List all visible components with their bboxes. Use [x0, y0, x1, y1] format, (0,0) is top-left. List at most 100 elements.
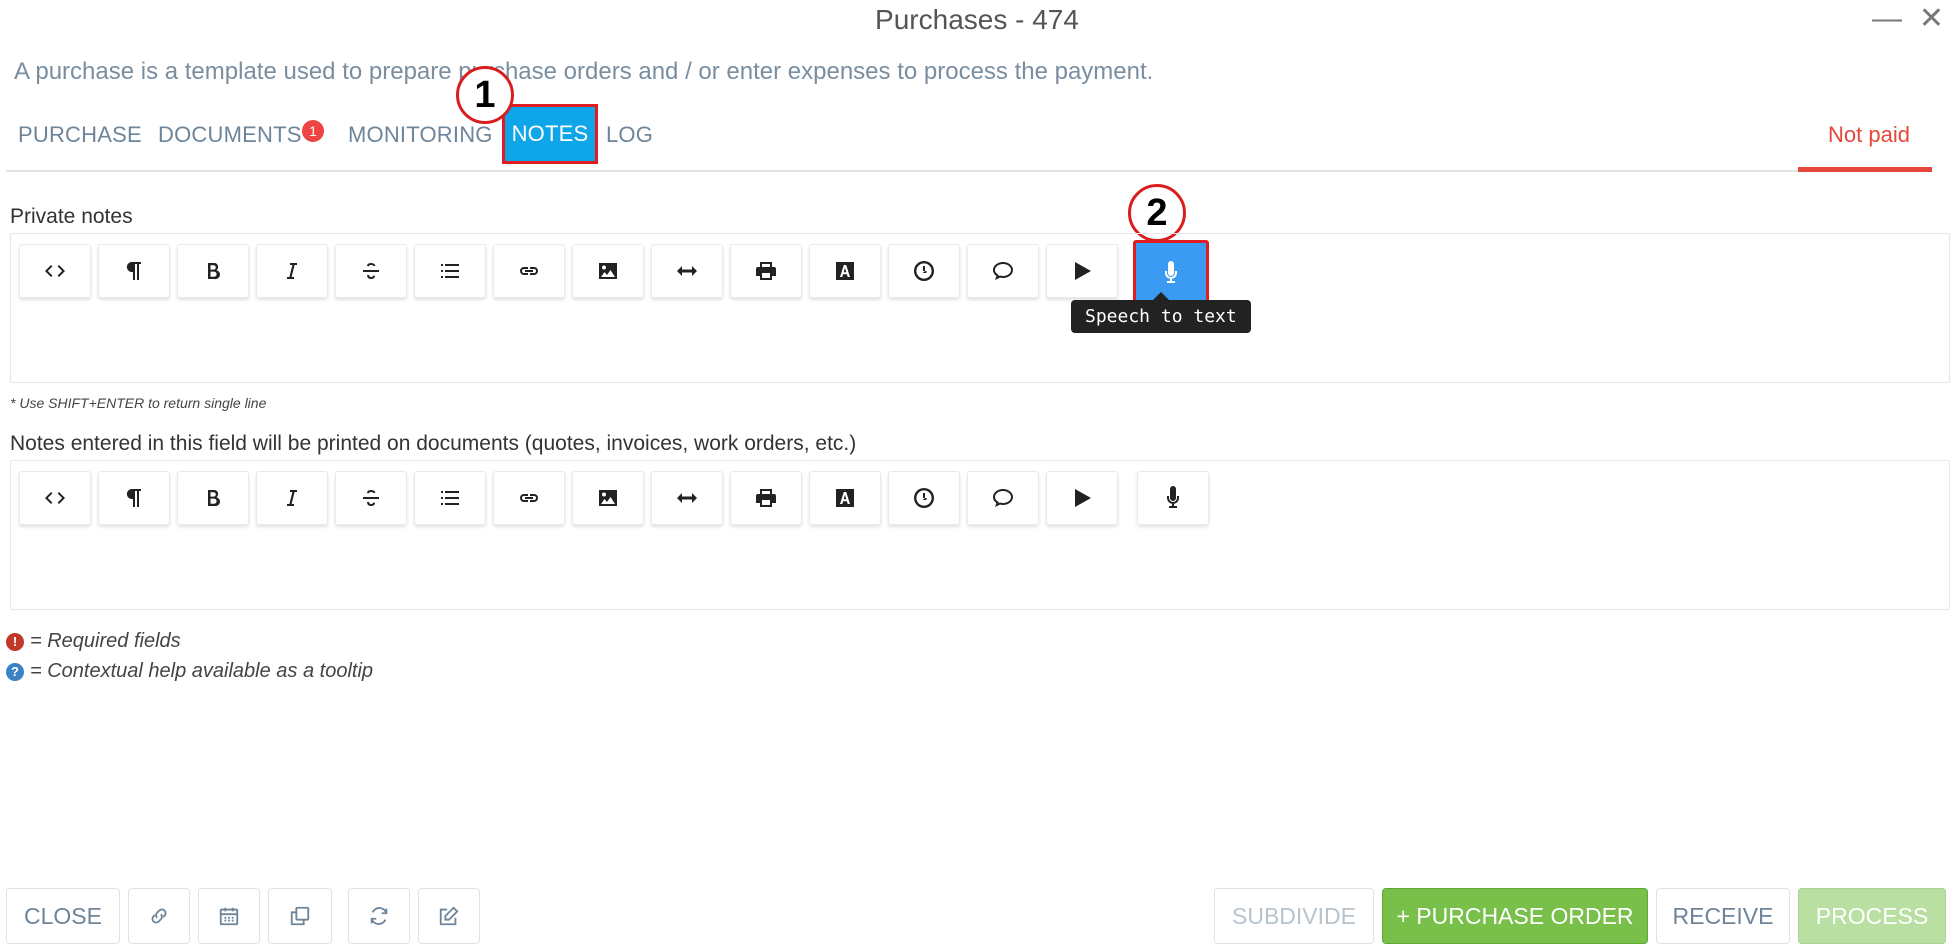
print-icon [756, 489, 776, 507]
tab-log[interactable]: LOG [606, 122, 653, 148]
payment-status-tab[interactable]: Not paid [1828, 122, 1910, 148]
play-button[interactable] [1046, 471, 1118, 525]
private-notes-label: Private notes [10, 205, 133, 228]
shift-enter-hint: * Use SHIFT+ENTER to return single line [10, 395, 267, 411]
list-icon [441, 491, 459, 505]
code-view-button[interactable] [19, 244, 91, 298]
font-color-button[interactable] [809, 471, 881, 525]
tab-documents[interactable]: DOCUMENTS [158, 122, 302, 148]
clock-button[interactable] [888, 244, 960, 298]
print-button[interactable] [730, 471, 802, 525]
comment-button[interactable] [967, 471, 1039, 525]
bold-button[interactable] [177, 244, 249, 298]
horizontal-arrows-icon [677, 266, 697, 276]
link-button[interactable] [493, 471, 565, 525]
speech-to-text-button[interactable] [1137, 471, 1209, 525]
font-color-button[interactable] [809, 244, 881, 298]
play-icon [1075, 489, 1091, 507]
code-view-button[interactable] [19, 471, 91, 525]
play-button[interactable] [1046, 244, 1118, 298]
bold-icon [208, 262, 221, 280]
documents-count-badge: 1 [302, 120, 324, 142]
close-icon[interactable]: ✕ [1919, 2, 1944, 36]
subdivide-button[interactable]: SUBDIVIDE [1214, 888, 1374, 944]
receive-button[interactable]: RECEIVE [1656, 888, 1790, 944]
link-button[interactable] [128, 888, 190, 944]
clock-button[interactable] [888, 471, 960, 525]
printed-notes-editor[interactable] [10, 460, 1950, 610]
page-description: A purchase is a template used to prepare… [14, 58, 1154, 85]
horizontal-rule-button[interactable] [651, 471, 723, 525]
microphone-icon [1165, 261, 1177, 283]
image-icon [599, 263, 617, 279]
edit-icon [439, 906, 459, 926]
image-button[interactable] [572, 244, 644, 298]
tab-purchase[interactable]: PURCHASE [18, 122, 142, 148]
help-icon: ? [6, 662, 24, 681]
bold-icon [208, 489, 221, 507]
italic-button[interactable] [256, 471, 328, 525]
play-icon [1075, 262, 1091, 280]
font-color-icon [836, 489, 854, 507]
title-bar: Purchases - 474 — ✕ [0, 0, 1954, 40]
list-button[interactable] [414, 471, 486, 525]
italic-icon [287, 490, 297, 506]
list-button[interactable] [414, 244, 486, 298]
link-button[interactable] [493, 244, 565, 298]
horizontal-rule-button[interactable] [651, 244, 723, 298]
image-icon [599, 490, 617, 506]
calendar-button[interactable] [198, 888, 260, 944]
strikethrough-button[interactable] [335, 244, 407, 298]
window-title: Purchases - 474 [875, 4, 1079, 35]
process-button[interactable]: PROCESS [1798, 888, 1946, 944]
clock-icon [914, 488, 934, 508]
minimize-icon[interactable]: — [1872, 2, 1902, 36]
print-button[interactable] [730, 244, 802, 298]
font-color-icon [836, 262, 854, 280]
refresh-icon [370, 907, 388, 925]
horizontal-arrows-icon [677, 493, 697, 503]
italic-button[interactable] [256, 244, 328, 298]
private-notes-editor[interactable] [10, 233, 1950, 383]
link-icon [520, 494, 538, 502]
copy-button[interactable] [268, 888, 332, 944]
code-icon [45, 265, 65, 277]
speech-to-text-tooltip: Speech to text [1071, 292, 1251, 333]
required-fields-text: = Required fields [30, 630, 181, 652]
comment-button[interactable] [967, 244, 1039, 298]
bold-button[interactable] [177, 471, 249, 525]
italic-icon [287, 263, 297, 279]
speech-to-text-button[interactable] [1133, 240, 1209, 306]
list-icon [441, 264, 459, 278]
close-button[interactable]: CLOSE [6, 888, 120, 944]
status-underline [1798, 167, 1932, 172]
paragraph-icon [126, 489, 141, 507]
strikethrough-icon [363, 263, 379, 279]
help-legend: ? = Contextual help available as a toolt… [6, 660, 373, 683]
callout-marker-1: 1 [456, 66, 514, 124]
clock-icon [914, 261, 934, 281]
link-icon [151, 908, 167, 924]
paragraph-button[interactable] [98, 244, 170, 298]
strikethrough-button[interactable] [335, 471, 407, 525]
speech-bubble-icon [993, 262, 1013, 280]
paragraph-button[interactable] [98, 471, 170, 525]
required-fields-legend: ! = Required fields [6, 630, 181, 653]
purchase-order-button[interactable]: + PURCHASE ORDER [1382, 888, 1648, 944]
tab-monitoring[interactable]: MONITORING [348, 122, 493, 148]
help-text: = Contextual help available as a tooltip [30, 660, 374, 682]
link-icon [520, 267, 538, 275]
copy-icon [290, 906, 310, 926]
tab-notes[interactable]: NOTES [502, 104, 598, 164]
calendar-icon [219, 907, 239, 926]
print-icon [756, 262, 776, 280]
paragraph-icon [126, 262, 141, 280]
edit-button[interactable] [418, 888, 480, 944]
refresh-button[interactable] [348, 888, 410, 944]
printed-notes-label: Notes entered in this field will be prin… [10, 432, 857, 455]
code-icon [45, 492, 65, 504]
image-button[interactable] [572, 471, 644, 525]
strikethrough-icon [363, 490, 379, 506]
speech-bubble-icon [993, 489, 1013, 507]
required-icon: ! [6, 632, 24, 651]
